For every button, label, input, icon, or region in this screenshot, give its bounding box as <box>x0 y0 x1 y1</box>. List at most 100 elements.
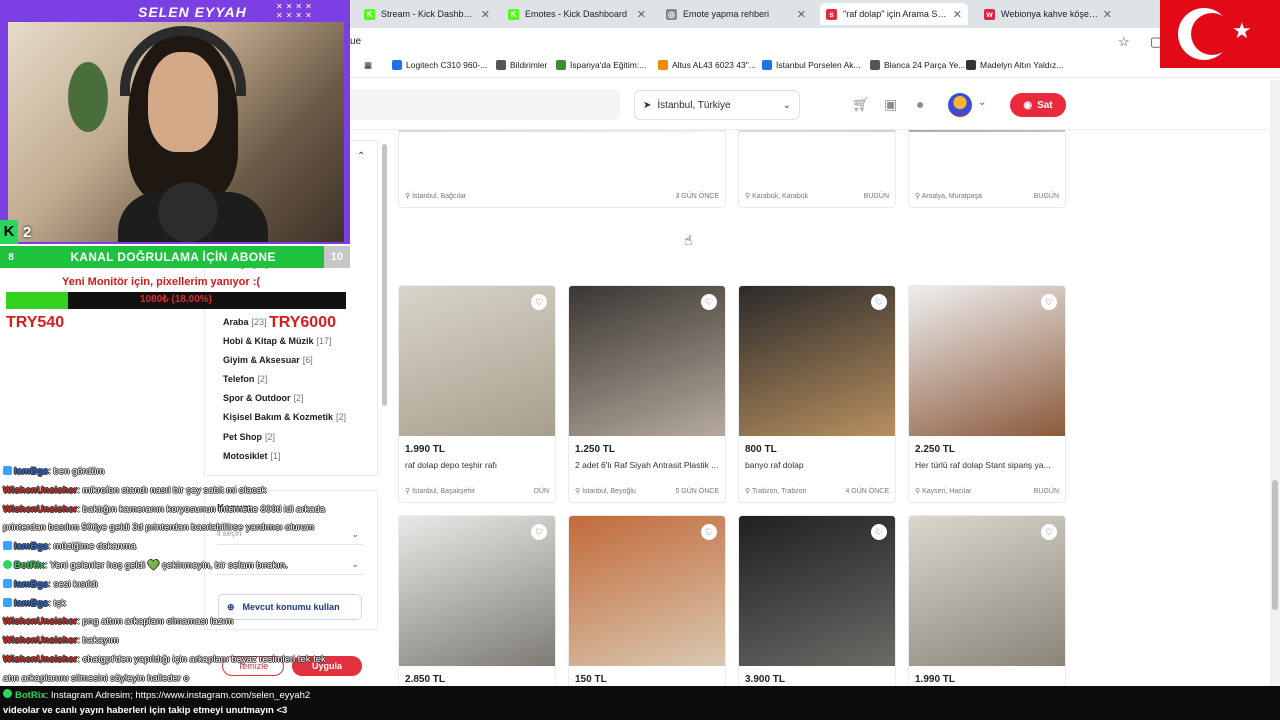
chat-message-line: printerdan basılım 50tlye geldi 3d print… <box>3 522 314 533</box>
category-filter-item[interactable]: Giyim & Aksesuar [6] <box>223 355 313 365</box>
listing-photo[interactable] <box>739 516 895 666</box>
apps-grid-icon[interactable]: ▦ <box>364 60 372 71</box>
listing-photo[interactable] <box>569 286 725 436</box>
favorite-heart-icon[interactable]: ♡ <box>531 294 547 310</box>
listing-title[interactable]: Her türlü raf dolap Stant sipariş ya... <box>915 460 1061 470</box>
category-filter-item[interactable]: Motosiklet [1] <box>223 451 281 461</box>
close-tab-icon[interactable]: ✕ <box>481 8 490 21</box>
category-filter-item[interactable]: Hobi & Kitap & Müzik [17] <box>223 336 332 346</box>
sell-button[interactable]: ◉ Sat <box>1010 93 1066 117</box>
bookmark-item[interactable]: Bildirimler <box>496 60 547 70</box>
listing-card[interactable]: ♡ 2.250 TL Her türlü raf dolap Stant sipar… <box>908 285 1066 503</box>
scrollbar-thumb[interactable] <box>382 144 387 406</box>
viewer-count: 2 <box>23 223 32 241</box>
favorite-heart-icon[interactable]: ♡ <box>871 294 887 310</box>
page-scrollbar[interactable] <box>1270 80 1280 686</box>
category-count: [17] <box>316 336 332 346</box>
favorite-heart-icon[interactable]: ♡ <box>871 524 887 540</box>
chat-message: : Instagram Adresim; https://www.instagr… <box>45 690 311 701</box>
listing-card[interactable]: ♡ 800 TL banyo raf dolap ⚲ Trabzon, Trabzon… <box>738 285 896 503</box>
close-tab-icon[interactable]: ✕ <box>637 8 646 21</box>
listing-card[interactable]: ♡ 1.990 TL raf dolap depo teşhir rafı ⚲ İst… <box>398 285 556 503</box>
category-filter-item[interactable]: Araba [23] <box>223 317 267 327</box>
listing-card[interactable]: ♡ 2.850 TL <box>398 515 556 705</box>
bookmark-item[interactable]: İstanbul Porselen Ak... <box>762 60 861 70</box>
bookmark-star-icon[interactable]: ☆ <box>1118 34 1130 50</box>
browser-tab[interactable]: K Emotes - Kick Dashboard ✕ <box>502 3 652 25</box>
bookmark-favicon-icon <box>392 60 402 70</box>
avatar[interactable] <box>948 93 972 117</box>
bookmark-item[interactable]: Logitech C310 960-... <box>392 60 487 70</box>
bookmark-item[interactable]: Altus AL43 6023 43"... <box>658 60 756 70</box>
subscriber-goal-bar: 8 KANAL DOĞRULAMA İÇİN ABONE 10 <box>0 246 350 268</box>
category-filter-item[interactable]: Pet Shop [2] <box>223 432 275 442</box>
listing-photo[interactable] <box>909 516 1065 666</box>
close-tab-icon[interactable]: ✕ <box>797 8 806 21</box>
tab-label: Emotes - Kick Dashboard <box>525 9 628 19</box>
cart-icon[interactable]: 🛒︎ <box>852 96 870 113</box>
browser-tab[interactable]: s "raf dolap" için Arama Sonuçl ✕ <box>820 3 968 25</box>
location-selector[interactable]: ➤ İstanbul, Türkiye ⌄ <box>634 90 800 120</box>
bookmark-item[interactable]: İspanya'da Eğitim:... <box>556 60 646 70</box>
address-url[interactable]: ue <box>350 36 361 47</box>
category-filter-item[interactable]: Kişisel Bakım & Kozmetik [2] <box>223 412 346 422</box>
listing-title[interactable]: banyo raf dolap <box>745 460 891 470</box>
listing-photo[interactable] <box>399 516 555 666</box>
listing-photo[interactable] <box>569 516 725 666</box>
category-filter-item[interactable]: Telefon [2] <box>223 374 267 384</box>
listing-photo[interactable] <box>399 286 555 436</box>
chat-message-line: WishenUnsisher: mikrofon standı nasıl bi… <box>3 485 266 496</box>
favorite-heart-icon[interactable]: ♡ <box>701 524 717 540</box>
chevron-up-icon[interactable]: ⌃ <box>357 151 365 162</box>
bell-icon[interactable]: ● <box>916 96 924 112</box>
listing-title[interactable]: 2 adet 6'lı Raf Siyah Antrasit Plastik .… <box>575 460 721 470</box>
chat-username: WishenUnsisher <box>3 503 78 515</box>
bookmark-item[interactable]: Blanca 24 Parça Ye... <box>870 60 965 70</box>
favorite-heart-icon[interactable]: ♡ <box>701 294 717 310</box>
donation-progress-text: 1080₺ (18.00%) <box>140 294 212 305</box>
chat-badge-icon <box>3 466 12 475</box>
site-header: ➤ İstanbul, Türkiye ⌄ 🛒︎ ▣ ● ⌄ ◉ Sat <box>350 80 1280 130</box>
decorative-x-pattern: ✕✕✕✕ ✕✕✕✕ <box>276 2 315 20</box>
chat-icon[interactable]: ▣ <box>884 96 897 113</box>
browser-tab[interactable]: w Webionya kahve köşesi dolabı ✕ <box>978 3 1118 25</box>
bookmark-item[interactable]: Madelyn Altın Yaldız... <box>966 60 1063 70</box>
address-bar[interactable]: ue ☆ ▢ <box>350 28 1280 56</box>
scrollbar-thumb[interactable] <box>1272 480 1278 610</box>
listing-card[interactable]: 12.500 TLOfis için Modül Dolap sistemi⚲ … <box>398 130 726 208</box>
category-count: [2] <box>336 412 347 422</box>
listing-photo[interactable] <box>909 286 1065 436</box>
favorite-heart-icon[interactable]: ♡ <box>1041 524 1057 540</box>
favorite-heart-icon[interactable]: ♡ <box>531 524 547 540</box>
category-count: [2] <box>265 432 276 442</box>
category-filter-item[interactable]: Spor & Outdoor [2] <box>223 393 304 403</box>
listing-photo[interactable] <box>909 130 1065 132</box>
listing-date: 4 GÜN ÖNCE <box>845 488 889 495</box>
favorite-heart-icon[interactable]: ♡ <box>1041 294 1057 310</box>
close-tab-icon[interactable]: ✕ <box>953 8 962 21</box>
listing-card[interactable]: 1 TLDOLAP RAF⚲ Karabük, KarabükBUGÜN <box>738 130 896 208</box>
listing-photo[interactable] <box>739 130 895 132</box>
bookmark-label: Madelyn Altın Yaldız... <box>980 60 1064 70</box>
listing-card[interactable]: ♡ 1.990 TL <box>908 515 1066 705</box>
chat-message-line: WishenUnsisher: baktığın kameranın koryo… <box>3 504 325 515</box>
listing-card[interactable]: ♡ 1.250 TL 2 adet 6'lı Raf Siyah Antrasit … <box>568 285 726 503</box>
listing-price: 1.250 TL <box>575 444 616 455</box>
listing-location-text: Karabük, Karabük <box>752 193 809 200</box>
search-input[interactable] <box>350 90 620 120</box>
close-tab-icon[interactable]: ✕ <box>1103 8 1112 21</box>
listing-photo[interactable] <box>739 286 895 436</box>
listing-card[interactable]: ♡ 150 TL <box>568 515 726 705</box>
tab-label: Stream - Kick Dashboard <box>381 9 477 19</box>
sidebar-scrollbar[interactable] <box>381 138 388 686</box>
browser-tab[interactable]: K Stream - Kick Dashboard ✕ <box>358 3 496 25</box>
chat-overlay: lamBgs: ben gördüm WishenUnsisher: mikrof… <box>0 466 370 684</box>
listing-title[interactable]: raf dolap depo teşhir rafı <box>405 460 551 470</box>
chat-message: : baktığın kameranın koryosunun internet… <box>77 503 326 515</box>
listing-card[interactable]: 750 TLDolap, raf⚲ Antalya, MuratpaşaBUGÜ… <box>908 130 1066 208</box>
listing-location-text: Antalya, Muratpaşa <box>921 193 982 200</box>
listing-card[interactable]: ♡ 3.900 TL <box>738 515 896 705</box>
chevron-down-icon[interactable]: ⌄ <box>978 97 986 108</box>
listing-photo[interactable] <box>399 130 725 132</box>
browser-tab[interactable]: ◎ Emote yapma rehberi ✕ <box>660 3 812 25</box>
